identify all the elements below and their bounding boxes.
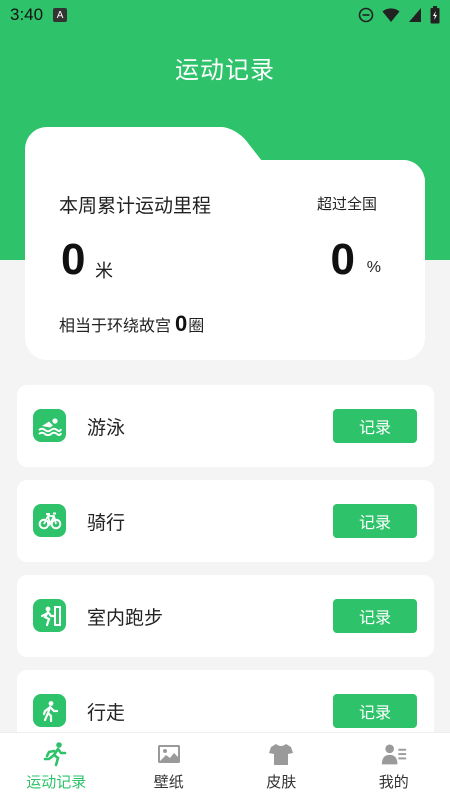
running-icon — [43, 741, 69, 767]
wifi-icon — [382, 8, 400, 22]
activity-list: 游泳 记录 骑行 记录 室内跑步 记录 行走 记录 — [17, 385, 434, 765]
tab-skin[interactable]: 皮肤 — [225, 741, 337, 792]
rank-value: 0 — [330, 235, 355, 284]
tab-label: 运动记录 — [26, 773, 87, 791]
bicycle-icon — [33, 504, 66, 537]
distance-value: 0 — [61, 235, 86, 284]
activity-label-indoor-running: 室内跑步 — [87, 607, 164, 629]
equiv-suffix: 圈 — [188, 316, 205, 335]
activity-label-walking: 行走 — [87, 702, 126, 724]
equivalent-laps: 相当于环绕故宫 0 圈 — [59, 311, 204, 337]
tab-wallpaper[interactable]: 壁纸 — [113, 741, 225, 792]
page-title: 运动记录 — [175, 56, 275, 84]
tab-exercise-records[interactable]: 运动记录 — [0, 741, 112, 792]
tab-mine[interactable]: 我的 — [338, 741, 450, 792]
signal-icon — [409, 8, 421, 22]
tab-label: 皮肤 — [266, 773, 297, 791]
distance-unit: 米 — [95, 261, 113, 282]
notification-badge: A — [53, 8, 68, 22]
activity-item-swimming: 游泳 记录 — [17, 385, 434, 467]
equiv-value: 0 — [175, 311, 188, 336]
battery-icon — [430, 6, 440, 24]
profile-icon — [381, 741, 407, 767]
image-icon — [156, 741, 182, 767]
record-walking-button[interactable]: 记录 — [333, 694, 417, 728]
weekly-summary-card: 本周累计运动里程 超过全国 0 米 0 % 相当于环绕故宫 0 圈 — [25, 127, 425, 360]
tab-label: 壁纸 — [153, 773, 184, 791]
swimming-icon — [33, 409, 66, 442]
rank-title: 超过全国 — [316, 195, 377, 213]
card-body-top — [185, 160, 425, 200]
dnd-icon — [358, 7, 374, 23]
rank-unit: % — [366, 259, 381, 276]
bottom-tab-bar: 运动记录 壁纸 皮肤 我的 — [0, 732, 450, 800]
equiv-prefix: 相当于环绕故宫 — [59, 316, 172, 335]
record-indoor-running-button[interactable]: 记录 — [333, 599, 417, 633]
weekly-distance-title: 本周累计运动里程 — [59, 195, 212, 217]
status-bar: 3:40 A — [0, 0, 450, 30]
activity-item-indoor-running: 室内跑步 记录 — [17, 575, 434, 657]
record-swimming-button[interactable]: 记录 — [333, 409, 417, 443]
activity-label-cycling: 骑行 — [87, 512, 126, 534]
walking-icon — [33, 694, 66, 727]
record-cycling-button[interactable]: 记录 — [333, 504, 417, 538]
tab-label: 我的 — [378, 773, 409, 791]
activity-item-cycling: 骑行 记录 — [17, 480, 434, 562]
activity-label-swimming: 游泳 — [87, 417, 126, 439]
tshirt-icon — [268, 741, 294, 767]
indoor-running-icon — [33, 599, 66, 632]
status-time: 3:40 — [10, 5, 44, 24]
